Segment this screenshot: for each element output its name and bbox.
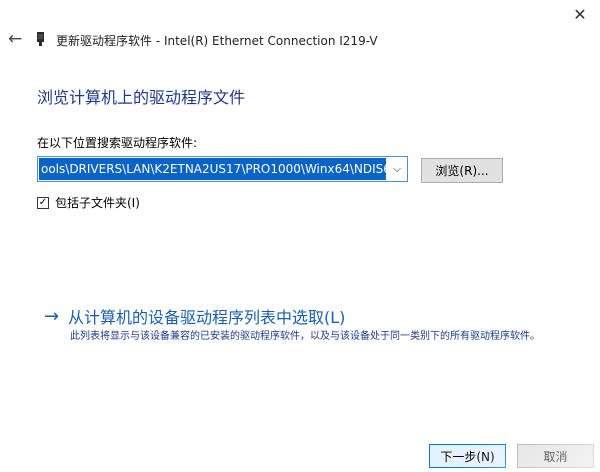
network-device-icon	[37, 32, 44, 46]
dialog-title: 更新驱动程序软件 - Intel(R) Ethernet Connection …	[56, 34, 378, 48]
search-location-label: 在以下位置搜索驱动程序软件:	[37, 136, 198, 150]
chevron-down-icon[interactable]: ⌵	[387, 157, 407, 181]
next-button[interactable]: 下一步(N)	[429, 444, 506, 468]
close-icon: ✕	[573, 4, 587, 24]
include-subfolders-row[interactable]: ✓ 包括子文件夹(I)	[37, 194, 140, 211]
pick-from-list-link[interactable]: → 从计算机的设备驱动程序列表中选取(L)	[44, 304, 345, 328]
browse-button[interactable]: 浏览(R)...	[421, 158, 503, 183]
pick-from-list-description: 此列表将显示与该设备兼容的已安装的驱动程序软件，以及与该设备处于同一类别下的所有…	[70, 331, 540, 342]
driver-update-dialog: ✕ ← 更新驱动程序软件 - Intel(R) Ethernet Connect…	[0, 0, 600, 472]
arrow-right-icon: →	[44, 305, 60, 327]
include-subfolders-checkbox[interactable]: ✓	[37, 196, 49, 209]
back-arrow-icon[interactable]: ←	[8, 29, 22, 49]
cancel-button[interactable]: 取消	[517, 444, 594, 468]
driver-path-input[interactable]: ools\DRIVERS\LAN\K2ETNA2US17\PRO1000\Win…	[39, 158, 386, 180]
footer-bar	[0, 438, 600, 472]
pick-from-list-label[interactable]: 从计算机的设备驱动程序列表中选取(L)	[68, 304, 345, 328]
page-heading: 浏览计算机上的驱动程序文件	[37, 88, 246, 107]
include-subfolders-label[interactable]: 包括子文件夹(I)	[55, 194, 140, 211]
driver-path-combobox[interactable]: ools\DRIVERS\LAN\K2ETNA2US17\PRO1000\Win…	[37, 156, 408, 182]
close-button[interactable]: ✕	[566, 2, 594, 26]
dialog-header: ← 更新驱动程序软件 - Intel(R) Ethernet Connectio…	[0, 26, 600, 54]
